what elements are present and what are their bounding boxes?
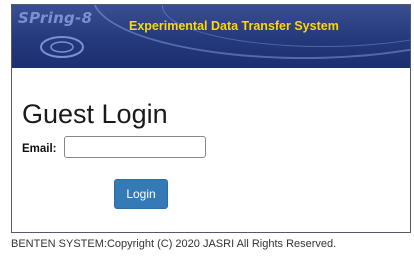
copyright-footer: BENTEN SYSTEM:Copyright (C) 2020 JASRI A… (11, 238, 337, 250)
logo: SPring-8 (18, 9, 93, 27)
page-title: Guest Login (22, 99, 168, 129)
email-field[interactable] (64, 136, 206, 158)
login-panel: Guest Login Email: Login (12, 68, 410, 232)
app-window: SPring-8 Experimental Data Transfer Syst… (11, 4, 411, 233)
app-title: Experimental Data Transfer System (129, 19, 339, 33)
header-banner: SPring-8 Experimental Data Transfer Syst… (12, 5, 410, 68)
login-button[interactable]: Login (114, 179, 168, 209)
logo-rings-icon (40, 36, 84, 58)
email-label: Email: (22, 143, 57, 155)
